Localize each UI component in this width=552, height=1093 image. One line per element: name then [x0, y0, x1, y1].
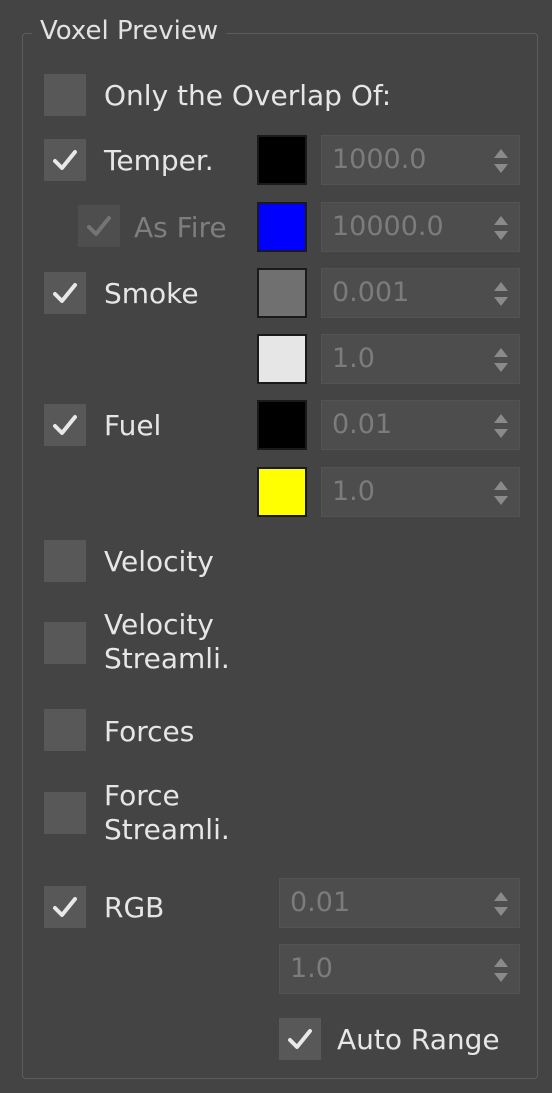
fuel-color-swatch[interactable] [257, 400, 307, 450]
spinner-arrows-icon[interactable] [493, 345, 509, 375]
forces-checkbox[interactable] [44, 709, 86, 751]
rgb-label: RGB [104, 891, 165, 924]
velocity-checkbox[interactable] [44, 540, 86, 582]
velocity-streamlines-label: Velocity Streamli. [104, 608, 230, 675]
checkmark-icon [53, 283, 77, 303]
auto-range-label: Auto Range [337, 1023, 500, 1056]
velocity-label: Velocity [104, 545, 214, 578]
as-fire-label: As Fire [134, 211, 227, 244]
fuel-color2-swatch[interactable] [257, 467, 307, 517]
smoke-max-value: 1.0 [332, 343, 375, 374]
spinner-arrows-icon[interactable] [493, 411, 509, 441]
temper-color-swatch[interactable] [257, 135, 307, 185]
temper-checkbox[interactable] [44, 139, 86, 181]
spinner-arrows-icon[interactable] [493, 955, 509, 985]
as-fire-value: 10000.0 [332, 211, 444, 242]
rgb-min-spinner[interactable]: 0.01 [279, 878, 520, 928]
fuel-checkbox[interactable] [44, 404, 86, 446]
smoke-label: Smoke [104, 277, 199, 310]
spinner-arrows-icon[interactable] [493, 478, 509, 508]
rgb-min-value: 0.01 [290, 887, 351, 918]
checkmark-icon [53, 897, 77, 917]
fuel-label: Fuel [104, 409, 162, 442]
smoke-color-swatch[interactable] [257, 268, 307, 318]
force-streamlines-label: Force Streamli. [104, 779, 230, 846]
rgb-checkbox[interactable] [44, 886, 86, 928]
smoke-min-value: 0.001 [332, 277, 410, 308]
checkmark-icon [53, 150, 77, 170]
smoke-min-spinner[interactable]: 0.001 [321, 268, 520, 318]
smoke-checkbox[interactable] [44, 272, 86, 314]
temper-value: 1000.0 [332, 144, 427, 175]
as-fire-color-swatch[interactable] [257, 202, 307, 252]
temper-spinner[interactable]: 1000.0 [321, 135, 520, 185]
checkmark-icon [87, 216, 111, 236]
smoke-max-spinner[interactable]: 1.0 [321, 334, 520, 384]
auto-range-checkbox[interactable] [279, 1018, 321, 1060]
as-fire-spinner[interactable]: 10000.0 [321, 202, 520, 252]
checkmark-icon [53, 415, 77, 435]
spinner-arrows-icon[interactable] [493, 213, 509, 243]
rgb-max-value: 1.0 [290, 953, 333, 984]
rgb-max-spinner[interactable]: 1.0 [279, 944, 520, 994]
temper-label: Temper. [104, 144, 214, 177]
fuel-min-value: 0.01 [332, 409, 393, 440]
overlap-checkbox[interactable] [44, 74, 86, 116]
fuel-max-spinner[interactable]: 1.0 [321, 467, 520, 517]
fuel-min-spinner[interactable]: 0.01 [321, 400, 520, 450]
velocity-streamlines-checkbox[interactable] [44, 622, 86, 664]
force-streamlines-checkbox[interactable] [44, 792, 86, 834]
forces-label: Forces [104, 715, 195, 748]
spinner-arrows-icon[interactable] [493, 279, 509, 309]
as-fire-checkbox[interactable] [78, 205, 120, 247]
smoke-color2-swatch[interactable] [257, 334, 307, 384]
spinner-arrows-icon[interactable] [493, 889, 509, 919]
checkmark-icon [288, 1029, 312, 1049]
overlap-label: Only the Overlap Of: [104, 79, 392, 112]
fuel-max-value: 1.0 [332, 476, 375, 507]
spinner-arrows-icon[interactable] [493, 146, 509, 176]
group-title: Voxel Preview [32, 14, 227, 48]
